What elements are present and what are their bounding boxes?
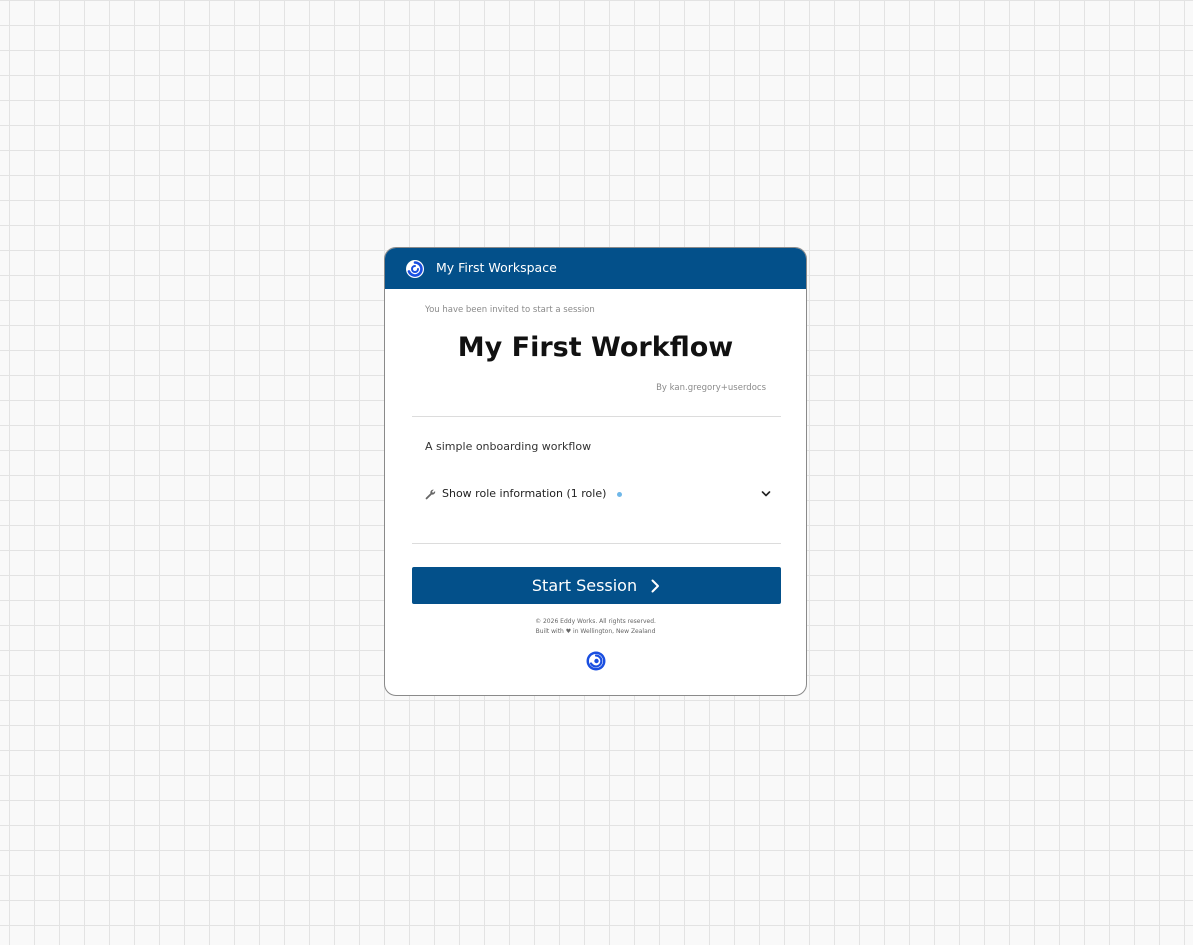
divider bbox=[412, 416, 781, 417]
built-with-text: Built with ♥ in Wellington, New Zealand bbox=[535, 628, 656, 635]
session-invite-card: My First Workspace You have been invited… bbox=[384, 247, 807, 696]
divider bbox=[412, 543, 781, 544]
start-session-label: Start Session bbox=[531, 575, 638, 595]
copyright-text: © 2026 Eddy Works. All rights reserved. bbox=[535, 618, 656, 625]
workflow-author: By kan.gregory+userdocs bbox=[656, 383, 766, 393]
page-title: My First Workflow bbox=[457, 332, 734, 363]
invite-text: You have been invited to start a session bbox=[425, 305, 595, 315]
workflow-description: A simple onboarding workflow bbox=[425, 440, 592, 453]
role-indicator-dot bbox=[617, 491, 623, 497]
eddy-logo-icon bbox=[406, 260, 424, 278]
wrench-icon bbox=[425, 489, 436, 499]
role-info-toggle[interactable]: Show role information (1 role) bbox=[425, 484, 771, 504]
chevron-right-icon bbox=[651, 579, 660, 592]
card-header: My First Workspace bbox=[385, 248, 806, 289]
chevron-down-icon[interactable] bbox=[761, 489, 771, 499]
role-info-label: Show role information (1 role) bbox=[442, 487, 607, 500]
workspace-name: My First Workspace bbox=[436, 260, 557, 275]
footer: © 2026 Eddy Works. All rights reserved. … bbox=[385, 617, 806, 637]
start-session-button[interactable]: Start Session bbox=[412, 567, 781, 604]
eddy-logo-icon bbox=[586, 651, 606, 671]
